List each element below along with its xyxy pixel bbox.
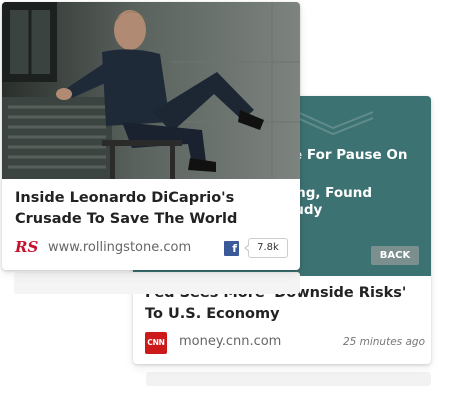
- cnn-logo-icon: CNN: [145, 332, 167, 354]
- share-count: 7.8k: [244, 238, 288, 258]
- panel-text-line: se For Pause On: [285, 147, 408, 163]
- rolling-stone-logo-icon: RS: [15, 238, 39, 256]
- card-source-row: CNN money.cnn.com 25 minutes ago: [145, 332, 425, 354]
- photo-image[interactable]: [2, 2, 300, 179]
- back-card-shadow: [146, 372, 431, 386]
- timestamp: 25 minutes ago: [342, 336, 425, 348]
- card-source-row: RS www.rollingstone.com f 7.8k: [15, 237, 290, 259]
- front-card-shadow: [14, 272, 300, 294]
- back-button[interactable]: BACK: [371, 246, 419, 265]
- news-card-rollingstone[interactable]: Inside Leonardo DiCaprio's Crusade To Sa…: [2, 2, 300, 270]
- source-domain[interactable]: money.cnn.com: [179, 334, 281, 349]
- card-headline[interactable]: Inside Leonardo DiCaprio's Crusade To Sa…: [15, 188, 290, 230]
- source-domain[interactable]: www.rollingstone.com: [48, 240, 191, 255]
- facebook-icon[interactable]: f: [224, 241, 239, 256]
